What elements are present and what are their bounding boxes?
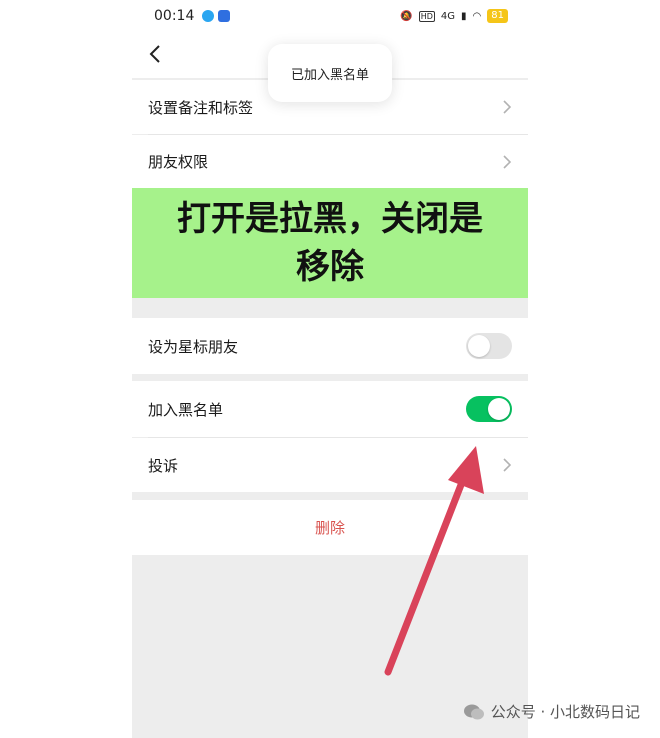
friend-permissions-row[interactable]: 朋友权限 <box>132 135 528 188</box>
banner-line-2: 移除 <box>296 247 364 287</box>
chevron-right-icon <box>503 458 512 472</box>
status-bar: 00:14 🔕 HD 4G ▮ ◠ 81 <box>132 0 528 34</box>
wechat-logo-icon <box>463 704 484 719</box>
delete-label: 删除 <box>314 519 345 537</box>
hd-badge: HD <box>418 10 435 22</box>
network-label: 4G <box>440 10 456 22</box>
mute-icon: 🔕 <box>400 10 413 22</box>
complaint-row[interactable]: 投诉 <box>132 438 528 492</box>
watermark: 公众号 · 小北数码日记 <box>463 701 640 722</box>
blacklist-row: 加入黑名单 <box>132 381 528 437</box>
complaint-label: 投诉 <box>148 456 179 475</box>
toggle-knob <box>488 398 510 420</box>
banner-line-1: 打开是拉黑，关闭是 <box>177 199 483 239</box>
back-arrow-icon[interactable] <box>144 42 168 66</box>
toast-message: 已加入黑名单 <box>268 44 392 102</box>
star-friend-row: 设为星标朋友 <box>132 318 528 374</box>
status-indicators: 🔕 HD 4G ▮ ◠ 81 <box>400 9 508 23</box>
star-friend-toggle[interactable] <box>466 333 512 359</box>
star-friend-label: 设为星标朋友 <box>148 337 239 356</box>
app-notification-icon <box>218 10 230 22</box>
annotation-banner: 打开是拉黑，关闭是 移除 <box>132 188 528 298</box>
toggle-knob <box>468 335 490 357</box>
chevron-right-icon <box>503 154 512 169</box>
blacklist-toggle[interactable] <box>466 396 512 422</box>
remark-tags-label: 设置备注和标签 <box>148 98 254 117</box>
qq-icon <box>202 10 214 22</box>
chevron-right-icon <box>503 100 512 114</box>
blacklist-label: 加入黑名单 <box>148 400 224 419</box>
watermark-text: 公众号 · 小北数码日记 <box>490 703 640 721</box>
delete-button[interactable]: 删除 <box>132 500 528 555</box>
battery-badge: 81 <box>487 9 508 23</box>
status-time: 00:14 <box>154 8 195 24</box>
signal-icon: ▮ <box>461 10 467 22</box>
phone-screen: 00:14 🔕 HD 4G ▮ ◠ 81 已加入黑名单 设置备注和标签 朋友权限… <box>132 0 528 738</box>
wifi-icon: ◠ <box>472 10 482 22</box>
friend-permissions-label: 朋友权限 <box>148 153 209 171</box>
